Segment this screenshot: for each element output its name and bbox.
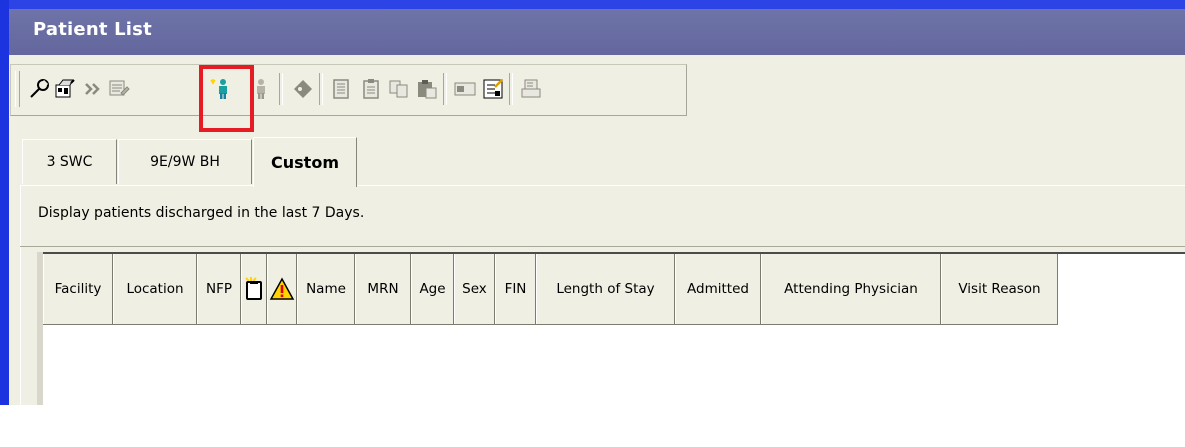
more-chevrons-icon[interactable] xyxy=(81,77,105,101)
toolbar xyxy=(10,64,687,116)
warning-icon xyxy=(269,277,295,300)
tab-3-swc[interactable]: 3 SWC xyxy=(22,139,117,184)
column-header-sex[interactable]: Sex xyxy=(454,254,495,324)
highlight-box xyxy=(199,65,254,132)
copy-icon[interactable] xyxy=(387,77,411,101)
column-header-facility[interactable]: Facility xyxy=(43,254,113,324)
tag-icon[interactable] xyxy=(291,77,315,101)
column-header-length-of-stay[interactable]: Length of Stay xyxy=(536,254,675,324)
tab-9e-9w-bh[interactable]: 9E/9W BH xyxy=(118,139,252,184)
window-top-border xyxy=(0,0,1185,9)
list-settings-icon[interactable] xyxy=(53,77,77,101)
column-header-attending-physician[interactable]: Attending Physician xyxy=(761,254,941,324)
paste-icon[interactable] xyxy=(415,77,439,101)
column-header-name[interactable]: Name xyxy=(297,254,355,324)
window-title: Patient List xyxy=(33,19,152,40)
clipboard-icon[interactable] xyxy=(359,77,383,101)
toolbar-separator xyxy=(509,73,513,105)
properties-wrench-icon[interactable] xyxy=(27,77,51,101)
column-header-admitted[interactable]: Admitted xyxy=(675,254,761,324)
toolbar-separator xyxy=(279,73,283,105)
card-icon[interactable] xyxy=(453,77,477,101)
tab-custom[interactable]: Custom xyxy=(253,137,357,187)
patient-list-window: Patient List 3 SWC 9E/9W BH Custom Displ… xyxy=(0,0,1185,447)
column-header-mrn[interactable]: MRN xyxy=(355,254,411,324)
column-header-nfp[interactable]: NFP xyxy=(197,254,241,324)
document-edit-icon[interactable] xyxy=(107,77,131,101)
toolbar-separator xyxy=(319,73,323,105)
window-left-border xyxy=(0,0,9,405)
blank-area xyxy=(0,405,1185,447)
column-header-age[interactable]: Age xyxy=(411,254,454,324)
toolbar-separator xyxy=(443,73,447,105)
column-header-alerts[interactable] xyxy=(267,254,297,324)
toolbar-grip[interactable] xyxy=(15,71,20,107)
panel-divider xyxy=(20,246,1185,247)
column-header-notes[interactable] xyxy=(241,254,267,324)
column-header-visit-reason[interactable]: Visit Reason xyxy=(941,254,1058,324)
tab-label: Custom xyxy=(271,153,339,172)
grid-header: Facility Location NFP Name MRN Age Sex F… xyxy=(43,254,1058,325)
checklist-icon[interactable] xyxy=(481,77,505,101)
column-header-fin[interactable]: FIN xyxy=(495,254,536,324)
title-bar: Patient List xyxy=(9,9,1185,55)
tab-label: 9E/9W BH xyxy=(150,154,220,170)
filter-description: Display patients discharged in the last … xyxy=(38,205,365,221)
print-icon[interactable] xyxy=(519,77,543,101)
tab-label: 3 SWC xyxy=(46,154,93,170)
notepad-icon[interactable] xyxy=(329,77,353,101)
notepad-icon xyxy=(245,277,262,300)
column-header-location[interactable]: Location xyxy=(113,254,197,324)
